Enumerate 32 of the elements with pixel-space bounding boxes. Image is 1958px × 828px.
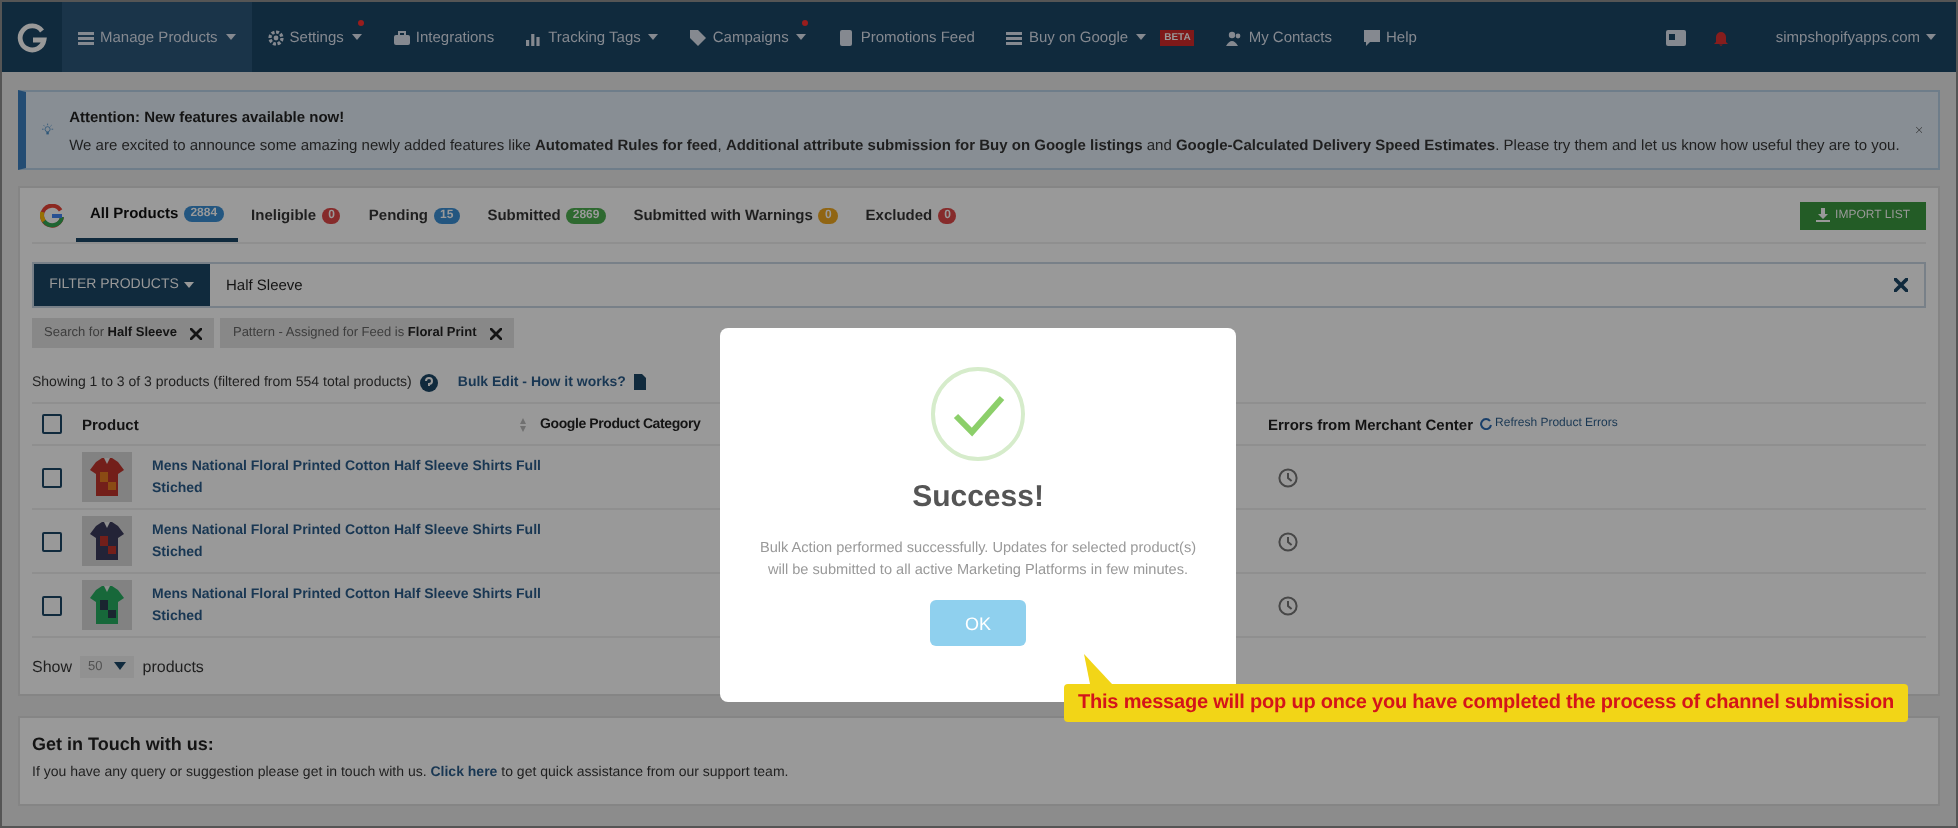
document-icon xyxy=(633,374,646,390)
show-label: Show xyxy=(32,657,73,675)
briefcase-icon xyxy=(393,29,410,45)
row-checkbox[interactable] xyxy=(42,595,62,615)
id-card-icon[interactable] xyxy=(1665,29,1686,45)
callout-pointer xyxy=(1084,654,1112,684)
remove-icon[interactable] xyxy=(490,327,503,339)
list-icon xyxy=(1006,29,1023,45)
remove-icon[interactable] xyxy=(190,327,203,339)
help-icon[interactable] xyxy=(419,373,438,391)
google-logo-icon xyxy=(40,203,64,227)
contact-title: Get in Touch with us: xyxy=(32,734,216,754)
caret-icon xyxy=(114,662,127,670)
checkmark-icon xyxy=(930,366,1026,462)
clock-icon xyxy=(1278,595,1298,615)
row-checkbox[interactable] xyxy=(42,531,62,551)
document-icon xyxy=(838,29,855,45)
bar-chart-icon xyxy=(526,29,543,45)
gear-icon xyxy=(267,29,284,45)
clock-icon xyxy=(1278,467,1298,487)
download-icon xyxy=(1815,208,1830,222)
people-icon xyxy=(1226,29,1243,45)
select-all-checkbox[interactable] xyxy=(42,414,62,434)
refresh-icon xyxy=(1479,418,1492,430)
clock-icon xyxy=(1278,531,1298,551)
chat-icon xyxy=(1364,29,1381,45)
row-checkbox[interactable] xyxy=(42,467,62,487)
list-icon xyxy=(78,29,94,45)
dialog-title: Success! xyxy=(912,480,1044,514)
caret-icon xyxy=(1926,34,1936,40)
products-label: products xyxy=(142,657,204,675)
tag-icon xyxy=(690,29,707,45)
